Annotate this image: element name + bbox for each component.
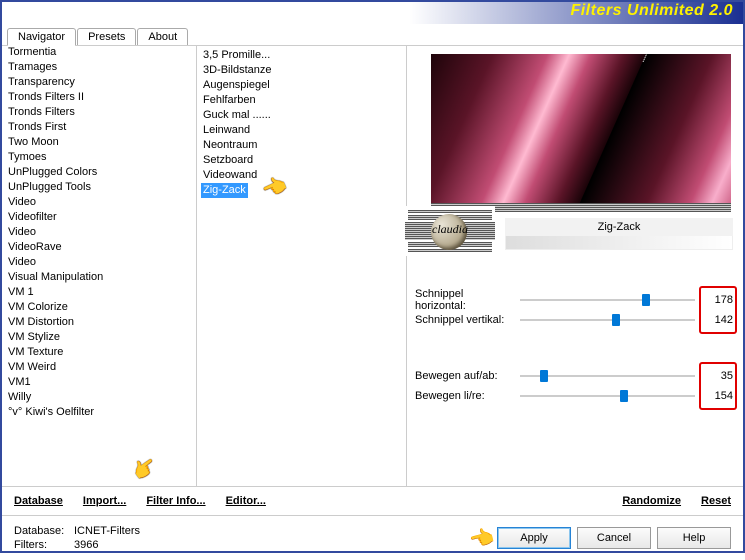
list-item[interactable]: Zig-Zack👉 (201, 183, 406, 198)
param-label: Bewegen li/re: (415, 390, 512, 402)
link-import[interactable]: Import... (83, 495, 126, 507)
tab-about[interactable]: About (137, 28, 188, 45)
list-item[interactable]: Augenspiegel (201, 78, 406, 93)
link-filter-info[interactable]: Filter Info... (146, 495, 205, 507)
list-item[interactable]: VM Colorize (6, 300, 196, 315)
list-item[interactable]: 3,5 Promille... (201, 48, 406, 63)
param-label: Bewegen auf/ab: (415, 370, 512, 382)
filtercount-label: Filters: (14, 538, 74, 552)
action-links-row: Database Import... Filter Info... Editor… (2, 486, 743, 516)
link-reset[interactable]: Reset (701, 495, 731, 507)
param-label: Schnippel horizontal: (415, 288, 512, 312)
list-item[interactable]: VM 1 (6, 285, 196, 300)
list-item[interactable]: VideoRave (6, 240, 196, 255)
list-item[interactable]: Leinwand (201, 123, 406, 138)
watermark-badge: claudia (405, 206, 495, 256)
category-list[interactable]: TormentiaTramagesTransparencyTronds Filt… (2, 46, 197, 486)
app-title: Filters Unlimited 2.0 (570, 2, 733, 19)
list-item[interactable]: Videowand (201, 168, 406, 183)
list-item[interactable]: Tormentia (6, 46, 196, 60)
list-item[interactable]: Neontraum (201, 138, 406, 153)
filter-name-label: Zig-Zack (505, 218, 733, 236)
filter-name-sub (505, 236, 733, 250)
db-value: ICNET-Filters (74, 525, 140, 537)
list-item[interactable]: °v° Kiwi's Oelfilter (6, 405, 196, 420)
list-item[interactable]: Tramages (6, 60, 196, 75)
filter-list[interactable]: 3,5 Promille...3D-BildstanzeAugenspiegel… (197, 46, 407, 486)
param-slider[interactable] (520, 319, 695, 321)
list-item[interactable]: UnPlugged Colors (6, 165, 196, 180)
list-item[interactable]: Transparency (6, 75, 196, 90)
tab-presets[interactable]: Presets (77, 28, 136, 45)
parameter-group-1: Schnippel horizontal: 178 Schnippel vertik… (415, 290, 733, 330)
list-item[interactable]: VM Stylize (6, 330, 196, 345)
main-area: TormentiaTramagesTransparencyTronds Filt… (2, 46, 743, 486)
list-item[interactable]: UnPlugged Tools (6, 180, 196, 195)
list-item[interactable]: Video (6, 195, 196, 210)
list-item[interactable]: 3D-Bildstanze (201, 63, 406, 78)
list-item[interactable]: Videofilter (6, 210, 196, 225)
link-editor[interactable]: Editor... (226, 495, 266, 507)
list-item[interactable]: VM1 (6, 375, 196, 390)
preview-image (431, 54, 731, 212)
list-item[interactable]: Two Moon (6, 135, 196, 150)
db-label: Database: (14, 524, 74, 538)
list-item[interactable]: VM Distortion (6, 315, 196, 330)
link-randomize[interactable]: Randomize (622, 495, 681, 507)
list-item[interactable]: Willy (6, 390, 196, 405)
list-item[interactable]: Tronds Filters (6, 105, 196, 120)
footer-info: Database:ICNET-Filters Filters:3966 (14, 524, 140, 552)
preview-pane: claudia Zig-Zack Schnippel horizontal: 17… (407, 46, 743, 486)
cancel-button[interactable]: Cancel (577, 527, 651, 549)
param-slider[interactable] (520, 375, 695, 377)
param-label: Schnippel vertikal: (415, 314, 512, 326)
list-item[interactable]: Visual Manipulation (6, 270, 196, 285)
param-row: Bewegen auf/ab: 35 (415, 366, 733, 386)
param-value: 154 (703, 390, 733, 402)
help-button[interactable]: Help (657, 527, 731, 549)
list-item[interactable]: Guck mal ...... (201, 108, 406, 123)
app-header: Filters Unlimited 2.0 (2, 2, 743, 24)
list-item[interactable]: Setzboard (201, 153, 406, 168)
param-value: 178 (703, 294, 733, 306)
footer: Database:ICNET-Filters Filters:3966 👉 Ap… (2, 516, 743, 560)
footer-buttons: 👉 Apply Cancel Help (470, 526, 731, 551)
tab-navigator[interactable]: Navigator (7, 28, 76, 46)
apply-button[interactable]: Apply (497, 527, 571, 549)
tabs-row: Navigator Presets About (2, 24, 743, 46)
list-item[interactable]: Video (6, 255, 196, 270)
list-item[interactable]: Tronds Filters II (6, 90, 196, 105)
list-item[interactable]: Fehlfarben (201, 93, 406, 108)
pointer-hand-icon: 👉 (127, 451, 162, 486)
list-item[interactable]: Video (6, 225, 196, 240)
param-value: 142 (703, 314, 733, 326)
pointer-hand-icon: 👉 (467, 523, 498, 554)
filtercount-value: 3966 (74, 539, 98, 551)
list-item[interactable]: VM Texture (6, 345, 196, 360)
param-row: Schnippel vertikal: 142 (415, 310, 733, 330)
param-value: 35 (703, 370, 733, 382)
filter-name-row: claudia Zig-Zack (415, 218, 733, 268)
list-item[interactable]: VM Weird (6, 360, 196, 375)
param-row: Bewegen li/re: 154 (415, 386, 733, 406)
link-database[interactable]: Database (14, 495, 63, 507)
parameter-group-2: Bewegen auf/ab: 35 Bewegen li/re: 154 (415, 366, 733, 406)
param-slider[interactable] (520, 395, 695, 397)
param-row: Schnippel horizontal: 178 (415, 290, 733, 310)
list-item[interactable]: Tronds First (6, 120, 196, 135)
param-slider[interactable] (520, 299, 695, 301)
list-item[interactable]: Tymoes (6, 150, 196, 165)
